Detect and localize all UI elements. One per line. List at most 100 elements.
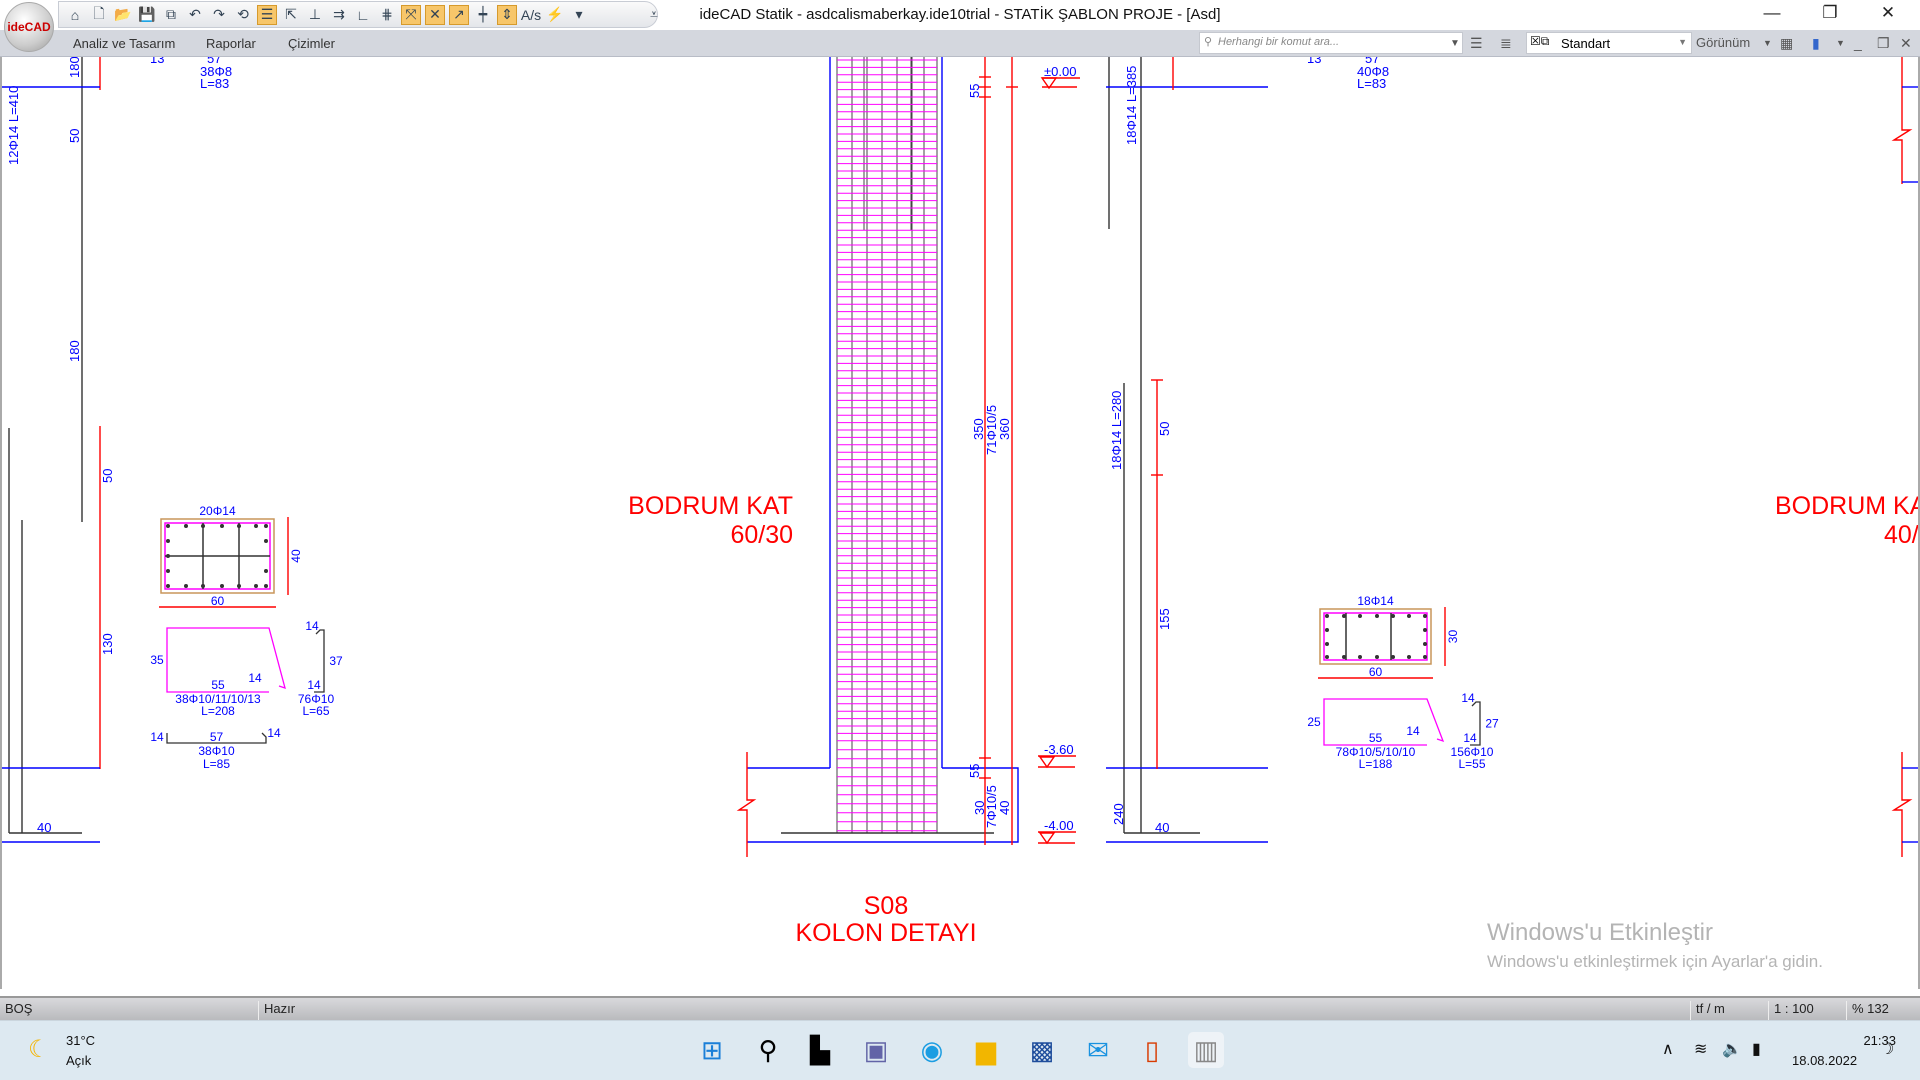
section-label: 57 bbox=[210, 730, 224, 744]
tray-chevron-up-icon[interactable]: ∧ bbox=[1662, 1039, 1674, 1059]
section-label: 20Φ14 bbox=[199, 504, 236, 518]
logo-text: ideCAD bbox=[7, 20, 51, 34]
section-label: 14 bbox=[307, 678, 321, 692]
menu-analysis-design[interactable]: Analiz ve Tasarım bbox=[73, 36, 175, 51]
status-unit[interactable]: tf / m bbox=[1690, 1001, 1725, 1021]
watermark-title: Windows'u Etkinleştir bbox=[1487, 919, 1713, 946]
menu-drawings[interactable]: Çizimler bbox=[288, 36, 335, 51]
style-select[interactable]: ☒⧉ Standart ▼ bbox=[1526, 32, 1692, 54]
rebar-dot bbox=[264, 524, 268, 528]
view-menu[interactable]: Görünüm bbox=[1696, 35, 1750, 50]
close-button[interactable]: ✕ bbox=[1868, 3, 1908, 23]
section-label: 60 bbox=[211, 594, 225, 608]
file-explorer-icon[interactable]: ▆ bbox=[968, 1032, 1004, 1068]
level-label: -3.60 bbox=[1044, 742, 1074, 757]
dim-label: 155 bbox=[1157, 608, 1172, 630]
rebar-dot bbox=[264, 569, 268, 573]
minimize-button[interactable]: — bbox=[1752, 3, 1792, 23]
right-labels: 18Φ14 L=385 18Φ14 L=280 50 155 240 40 13… bbox=[1109, 51, 1389, 835]
section-label: 25 bbox=[1307, 715, 1321, 729]
wifi-icon[interactable]: ≋ bbox=[1694, 1039, 1707, 1059]
view-dropdown-icon[interactable]: ▼ bbox=[1763, 38, 1772, 48]
section-label: 55 bbox=[211, 678, 225, 692]
search-icon[interactable]: ⚲ bbox=[750, 1032, 786, 1068]
rebar-dot bbox=[1423, 628, 1427, 632]
dim-label: 130 bbox=[100, 633, 115, 655]
doc-close-button[interactable]: ✕ bbox=[1900, 35, 1912, 52]
status-message: Hazır bbox=[258, 1001, 295, 1021]
section-label: 27 bbox=[1485, 717, 1499, 731]
dim-label: 240 bbox=[1111, 803, 1126, 825]
section-size: 60/30 bbox=[730, 521, 793, 549]
weather-temp[interactable]: 31°C bbox=[66, 1033, 95, 1048]
layer-list-icon[interactable]: ☰ bbox=[1470, 35, 1483, 52]
section-label: 14 bbox=[248, 671, 262, 685]
search-dropdown-icon[interactable]: ▼ bbox=[1450, 38, 1460, 49]
center-titles: BODRUM KAT 60/30 S08 KOLON DETAYI BODRUM… bbox=[628, 492, 1920, 947]
edge-icon[interactable]: ◉ bbox=[914, 1032, 950, 1068]
help-icon[interactable]: ▮ bbox=[1812, 35, 1820, 52]
command-search-input[interactable]: Herhangi bir komut ara... bbox=[1199, 32, 1463, 54]
column-rebar-mesh bbox=[836, 57, 938, 833]
rebar-dot bbox=[166, 569, 170, 573]
start-icon[interactable]: ⊞ bbox=[694, 1032, 730, 1068]
rebar-dot bbox=[1423, 655, 1427, 659]
bar-label: 18Φ14 L=385 bbox=[1124, 66, 1139, 145]
rebar-dot bbox=[184, 524, 188, 528]
status-scale[interactable]: 1 : 100 bbox=[1768, 1001, 1814, 1021]
section-label: 60 bbox=[1369, 665, 1383, 679]
task-view-icon[interactable]: ▙ bbox=[802, 1032, 838, 1068]
watermark-subtitle: Windows'u etkinleştirmek için Ayarlar'a … bbox=[1487, 952, 1823, 971]
rebar-dot bbox=[1423, 614, 1427, 618]
status-bar: BOŞ Hazır tf / m 1 : 100 % 132 bbox=[0, 996, 1920, 1021]
rebar-dot bbox=[220, 584, 224, 588]
rebar-dot bbox=[1325, 614, 1329, 618]
battery-icon[interactable]: ▮ bbox=[1752, 1039, 1761, 1059]
menu-reports[interactable]: Raporlar bbox=[206, 36, 256, 51]
render-icon[interactable]: ▦ bbox=[1780, 35, 1793, 52]
rebar-dot bbox=[166, 539, 170, 543]
doc-minimize-button[interactable]: _ bbox=[1854, 35, 1862, 51]
rebar-dot bbox=[201, 584, 205, 588]
status-zoom[interactable]: % 132 bbox=[1846, 1001, 1889, 1021]
help-dropdown-icon[interactable]: ▼ bbox=[1836, 38, 1845, 48]
section-size-right: 40/ bbox=[1884, 521, 1918, 549]
layer-manager-icon[interactable]: ≣ bbox=[1500, 35, 1512, 52]
dim-label: 55 bbox=[967, 84, 982, 98]
office-icon[interactable]: ▯ bbox=[1134, 1032, 1170, 1068]
left-elevation bbox=[2, 57, 101, 843]
bar-label: 12Φ14 L=410 bbox=[6, 86, 21, 165]
left-cross-section: 20Φ1460403555 1438Φ10/11/10/13L=208143714… bbox=[150, 504, 343, 771]
moon-icon: ☾ bbox=[28, 1036, 50, 1063]
idecad-taskbar-icon[interactable]: ▥ bbox=[1188, 1032, 1224, 1068]
rebar-dot bbox=[184, 584, 188, 588]
chat-icon[interactable]: ▣ bbox=[858, 1032, 894, 1068]
activation-watermark: Windows'u Etkinleştir Windows'u etkinleş… bbox=[1487, 919, 1823, 971]
rebar-dot bbox=[264, 584, 268, 588]
rebar-dot bbox=[1407, 655, 1411, 659]
mail-icon[interactable]: ✉ bbox=[1080, 1032, 1116, 1068]
ribbon-menu-bar: Analiz ve Tasarım Raporlar Çizimler Herh… bbox=[0, 30, 1920, 57]
section-label: 35 bbox=[150, 653, 164, 667]
doc-restore-button[interactable]: ❐ bbox=[1877, 35, 1890, 52]
bar-label: L=83 bbox=[1357, 76, 1386, 91]
weather-condition[interactable]: Açık bbox=[66, 1053, 91, 1068]
rebar-dot bbox=[166, 554, 170, 558]
rebar-dot bbox=[1358, 614, 1362, 618]
section-label: 38Φ10 bbox=[198, 744, 235, 758]
store-icon[interactable]: ▩ bbox=[1024, 1032, 1060, 1068]
volume-icon[interactable]: 🔈 bbox=[1722, 1039, 1742, 1059]
rebar-dot bbox=[237, 524, 241, 528]
app-logo-button[interactable]: ideCAD bbox=[4, 2, 54, 52]
stirrup-outline bbox=[1323, 612, 1428, 661]
floor-title-right: BODRUM KA bbox=[1775, 492, 1918, 520]
dim-label: 13 bbox=[150, 57, 164, 66]
notifications-icon[interactable]: ☽ bbox=[1880, 1039, 1894, 1059]
dim-label: 40 bbox=[37, 820, 51, 835]
restore-button[interactable]: ❐ bbox=[1810, 3, 1850, 23]
section-label: L=65 bbox=[302, 704, 329, 718]
clock-date[interactable]: 18.08.2022 bbox=[1792, 1053, 1857, 1068]
dim-label: 55 bbox=[967, 764, 982, 778]
rebar-dot bbox=[1358, 655, 1362, 659]
drawing-canvas[interactable]: 12Φ14 L=410 180 50 180 50 130 40 13 57 3… bbox=[0, 51, 1920, 989]
